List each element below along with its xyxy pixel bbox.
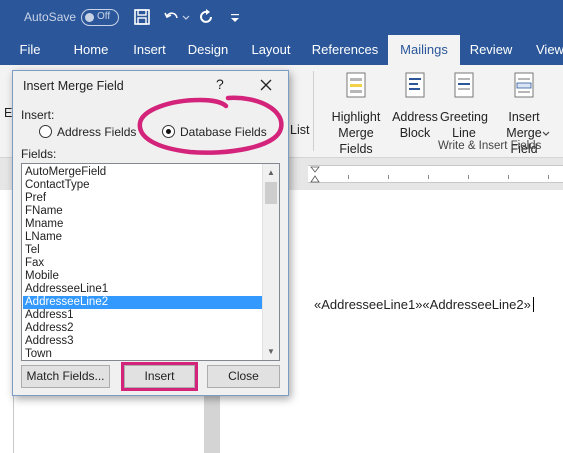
greeting-line-label: Greeting Line xyxy=(440,110,488,140)
chevron-down-icon xyxy=(542,131,550,136)
ruler-tick xyxy=(548,175,549,179)
indent-marker-icon[interactable] xyxy=(310,166,320,184)
ruler-tick xyxy=(428,175,429,179)
dialog-title: Insert Merge Field xyxy=(23,79,124,93)
close-button-label: Close xyxy=(228,369,259,383)
ribbon-tabs: File Home Insert Design Layout Reference… xyxy=(0,35,563,65)
list-item[interactable]: Address3 xyxy=(23,335,262,348)
tab-review[interactable]: Review xyxy=(462,35,520,65)
address-block-button[interactable]: Address Block xyxy=(392,71,438,141)
list-item[interactable]: Mname xyxy=(23,218,262,231)
greeting-line-button[interactable]: Greeting Line xyxy=(440,71,488,141)
list-item[interactable]: Tel xyxy=(23,244,262,257)
list-item[interactable]: Fax xyxy=(23,257,262,270)
match-fields-label: Match Fields... xyxy=(26,369,105,383)
radio-circle xyxy=(162,125,175,138)
insert-merge-field-dialog: Insert Merge Field ? Insert: Address Fie… xyxy=(12,70,289,396)
list-item[interactable]: Mobile xyxy=(23,270,262,283)
scroll-thumb[interactable] xyxy=(265,182,277,204)
address-fields-label: Address Fields xyxy=(57,125,137,139)
redo-icon[interactable] xyxy=(197,8,215,26)
insert-label: Insert: xyxy=(21,108,55,122)
radio-selected-dot xyxy=(166,129,171,134)
undo-icon[interactable] xyxy=(163,8,181,26)
list-item[interactable]: FName xyxy=(23,205,262,218)
title-bar: AutoSave Off xyxy=(0,0,563,35)
list-item[interactable]: Address2 xyxy=(23,322,262,335)
ruler-tick xyxy=(468,175,469,179)
save-icon[interactable] xyxy=(133,8,151,26)
group-separator xyxy=(313,71,314,151)
address-block-label: Address Block xyxy=(392,110,438,140)
ruler-tick xyxy=(508,175,509,179)
database-fields-radio[interactable]: Database Fields xyxy=(162,123,267,141)
match-fields-button[interactable]: Match Fields... xyxy=(21,365,110,388)
customize-toolbar-icon[interactable] xyxy=(229,8,241,26)
insert-merge-field-icon xyxy=(514,72,534,98)
fields-listbox[interactable]: AutoMergeField ContactType Pref FName Mn… xyxy=(21,163,280,361)
list-item[interactable]: AutoMergeField xyxy=(23,166,262,179)
ruler-tick xyxy=(388,175,389,179)
tab-insert[interactable]: Insert xyxy=(122,35,177,65)
list-item[interactable]: LName xyxy=(23,231,262,244)
tab-references[interactable]: References xyxy=(305,35,385,65)
tab-view[interactable]: View xyxy=(526,35,563,65)
address-fields-radio[interactable]: Address Fields xyxy=(39,123,139,141)
document-merge-fields[interactable]: «AddresseeLine1»«AddresseeLine2» xyxy=(314,297,534,312)
tab-home[interactable]: Home xyxy=(62,35,120,65)
autosave-state: Off xyxy=(97,11,111,22)
database-fields-label: Database Fields xyxy=(180,125,267,139)
toggle-knob xyxy=(85,13,94,22)
tab-file[interactable]: File xyxy=(10,35,50,65)
tab-mailings[interactable]: Mailings xyxy=(388,35,460,65)
write-insert-fields-group-label: Write & Insert Fields xyxy=(438,140,542,152)
fields-label: Fields: xyxy=(21,147,57,161)
close-icon[interactable] xyxy=(250,72,282,98)
ribbon-partial-list[interactable]: List xyxy=(290,123,309,137)
tab-design[interactable]: Design xyxy=(180,35,236,65)
list-item[interactable]: Pref xyxy=(23,192,262,205)
help-button[interactable]: ? xyxy=(216,76,224,92)
list-item-selected[interactable]: AddresseeLine2 xyxy=(23,296,262,309)
highlight-merge-fields-button[interactable]: Highlight Merge Fields xyxy=(320,71,392,157)
horizontal-ruler[interactable] xyxy=(308,165,563,183)
close-button[interactable]: Close xyxy=(207,365,280,388)
greeting-line-icon xyxy=(454,72,474,98)
list-item[interactable]: Town xyxy=(23,348,262,360)
list-item[interactable]: AddresseeLine1 xyxy=(23,283,262,296)
merge-field-text: «AddresseeLine1»«AddresseeLine2» xyxy=(314,297,531,312)
text-cursor xyxy=(532,297,534,312)
undo-dropdown-icon[interactable] xyxy=(181,8,191,26)
highlight-merge-fields-label: Highlight Merge Fields xyxy=(331,110,381,156)
fields-scrollbar[interactable]: ▲ ▼ xyxy=(262,164,279,360)
address-block-icon xyxy=(405,72,425,98)
insert-highlight-box xyxy=(121,362,198,391)
autosave-toggle[interactable]: Off xyxy=(81,9,119,26)
scroll-up-icon[interactable]: ▲ xyxy=(263,164,279,181)
highlight-merge-fields-icon xyxy=(346,72,366,98)
scroll-down-icon[interactable]: ▼ xyxy=(263,343,279,360)
list-item[interactable]: ContactType xyxy=(23,179,262,192)
ruler-tick xyxy=(348,175,349,179)
radio-circle xyxy=(39,125,52,138)
list-item[interactable]: Address1 xyxy=(23,309,262,322)
tab-layout[interactable]: Layout xyxy=(241,35,301,65)
autosave-label: AutoSave xyxy=(24,10,77,24)
